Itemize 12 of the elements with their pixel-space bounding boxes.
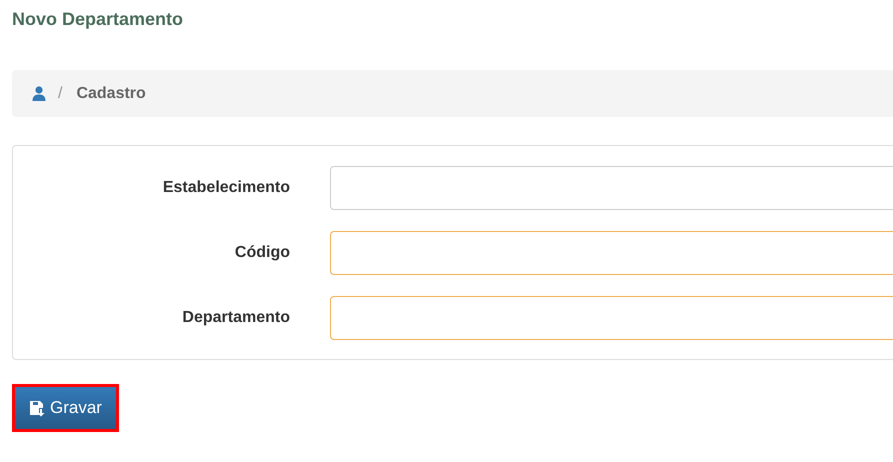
field-label: Estabelecimento: [162, 179, 290, 197]
input-field[interactable]: [330, 166, 893, 210]
field-label: Departamento: [181, 309, 290, 327]
user-icon: [32, 86, 46, 101]
input-field[interactable]: [330, 296, 893, 340]
input-field[interactable]: [330, 231, 893, 275]
save-button[interactable]: Gravar: [15, 387, 116, 429]
field-label: Código: [234, 244, 290, 262]
page-title: Novo Departamento: [12, 8, 184, 31]
floppy-download-icon: [29, 400, 46, 416]
breadcrumb-item[interactable]: Cadastro: [76, 84, 146, 102]
breadcrumb-separator: /: [58, 84, 62, 102]
